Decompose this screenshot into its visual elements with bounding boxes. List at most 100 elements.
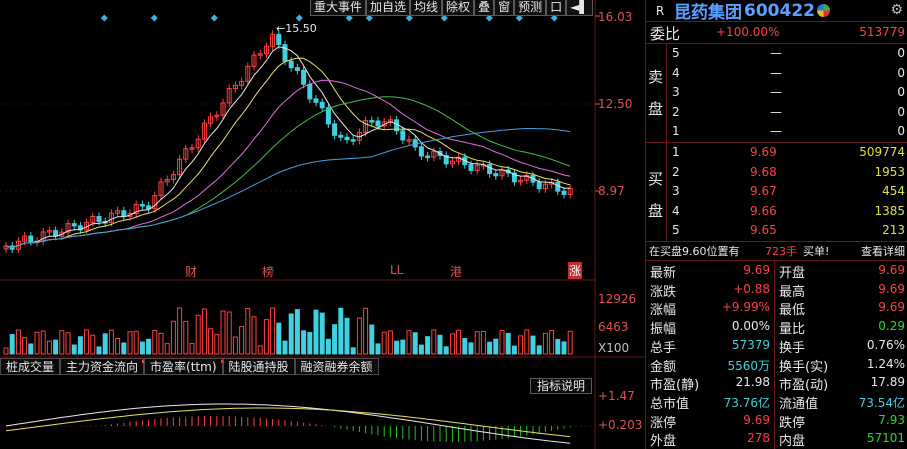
stock-name: 昆药集团 [674, 3, 742, 23]
candle [313, 98, 319, 103]
add-watchlist-button[interactable]: 加自选 [366, 0, 411, 16]
volume-bar [34, 331, 40, 355]
volume-bar [40, 330, 46, 355]
square-button[interactable]: 口 [546, 0, 567, 16]
ex-rights-button[interactable]: 除权 [442, 0, 475, 16]
candle [282, 44, 288, 62]
volume-bar [3, 347, 9, 355]
volume-bar [418, 344, 424, 355]
volume-bar [220, 310, 226, 355]
volume-bar [542, 332, 548, 355]
quote-row: 总市值 73.76亿 流通值 73.54亿 [650, 395, 905, 412]
window-button[interactable]: 窗 [494, 0, 515, 16]
volume-bar [313, 309, 319, 355]
forecast-button[interactable]: 预测 [514, 0, 547, 16]
buy-level-row[interactable]: 1 9.69 509774 [646, 143, 907, 162]
volume-bar [164, 343, 170, 355]
volume-bar [170, 320, 176, 355]
tab-pe-ttm[interactable]: 市盈率(ttm) [144, 358, 224, 375]
volume-bar [375, 343, 381, 355]
chart-toolbar: 重大事件 加自选 均线 除权 叠 窗 预测 口 ◄▌ [310, 0, 593, 16]
moving-average-button[interactable]: 均线 [410, 0, 443, 16]
volume-bar [431, 329, 437, 355]
volume-bar [437, 334, 443, 355]
volume-bar [201, 308, 207, 355]
sell-level-row[interactable]: 4—0 [646, 64, 907, 83]
quote-row: 金额 5560万 换手(实) 1.24% [650, 356, 905, 375]
volume-bar [394, 340, 400, 355]
sell-level-row[interactable]: 1—0 [646, 122, 907, 141]
volume-bar [9, 334, 15, 355]
volume-bar [232, 336, 238, 355]
tab-northbound-holdings[interactable]: 陆股通持股 [222, 358, 295, 375]
buy-level-row[interactable]: 4 9.66 1385 [646, 202, 907, 221]
tab-main-fund-flow[interactable]: 主力资金流向 [60, 358, 146, 375]
volume-bar [257, 345, 263, 355]
event-limit-up-marker[interactable]: 涨 [568, 262, 583, 279]
candle [121, 210, 127, 217]
volume-bar [518, 335, 524, 355]
event-earnings-marker[interactable]: 财 [185, 263, 197, 280]
candle [28, 235, 34, 242]
volume-bar [561, 341, 567, 355]
sell-level-row[interactable]: 2—0 [646, 103, 907, 122]
price-axis-mid: 12.50 [598, 97, 633, 111]
volume-bar [536, 345, 542, 355]
volume-bar [493, 338, 499, 355]
tab-margin-balance[interactable]: 融资融券余额 [294, 358, 379, 375]
event-diamond-icon [210, 14, 218, 22]
peak-price-label: ←15.50 [276, 22, 317, 35]
event-list-marker[interactable]: 榜 [262, 263, 274, 280]
pie-chart-icon[interactable] [816, 4, 830, 17]
candle [139, 204, 145, 207]
volume-bar [77, 336, 83, 355]
order-notice-row[interactable]: 在买盘9.60位置有 723手 买单! 查看详细 [646, 241, 907, 260]
buy-level-row[interactable]: 3 9.67 454 [646, 182, 907, 201]
weibi-diff: 513779 [859, 25, 905, 39]
view-detail-link[interactable]: 查看详细 [861, 243, 905, 259]
volume-bar [288, 313, 294, 355]
indicator-axis-mid: +0.203 [598, 418, 643, 432]
buy-label-1: 买 [648, 170, 664, 188]
volume-bar [214, 334, 220, 355]
volume-bar [226, 311, 232, 355]
buy-level-row[interactable]: 5 9.65 213 [646, 221, 907, 240]
volume-bar [294, 309, 300, 355]
kline-chart-area[interactable]: 重大事件 加自选 均线 除权 叠 窗 预测 口 ◄▌ 16.03 12.50 8… [0, 0, 645, 449]
gear-icon[interactable]: ⚙ [890, 2, 903, 18]
overlay-button[interactable]: 叠 [474, 0, 495, 16]
volume-bar [102, 333, 108, 355]
tab-volume[interactable]: 桩成交量 [0, 358, 61, 375]
major-events-button[interactable]: 重大事件 [310, 0, 367, 16]
volume-bar [208, 328, 214, 355]
volume-bar [301, 330, 307, 355]
volume-bar [468, 342, 474, 355]
indicator-tabs: 桩成交量 主力资金流向 市盈率(ttm) 陆股通持股 融资融券余额 [0, 358, 379, 375]
event-hk-marker[interactable]: 港 [450, 263, 462, 280]
indicator-description-button[interactable]: 指标说明 [530, 378, 593, 394]
nav-arrow-icon[interactable]: ◄▌ [566, 0, 593, 16]
volume-bar [480, 330, 486, 355]
event-ll-marker[interactable]: LL [390, 263, 403, 277]
candle [468, 164, 474, 171]
buy-label-2: 盘 [648, 202, 664, 220]
volume-bar [567, 330, 573, 355]
volume-bar [133, 330, 139, 355]
sell-label-1: 卖 [648, 68, 664, 86]
volume-bar [443, 346, 449, 355]
candle [319, 101, 325, 109]
quote-panel: R 昆药集团 600422 ⚙ 委比 +100.00% 513779 5—0 4—… [645, 0, 907, 449]
sell-level-row[interactable]: 3—0 [646, 83, 907, 102]
sell-level-row[interactable]: 5—0 [646, 44, 907, 63]
volume-bar [549, 329, 555, 355]
candle [418, 146, 424, 157]
volume-bar [46, 340, 52, 355]
event-diamond-icon [295, 14, 303, 22]
volume-axis-high: 12926 [598, 292, 637, 306]
volume-bar [462, 338, 468, 355]
stock-code: 600422 [744, 0, 815, 21]
volume-bar [487, 341, 493, 355]
buy-level-row[interactable]: 2 9.68 1953 [646, 163, 907, 182]
volume-bar [381, 331, 387, 355]
candle [350, 139, 356, 142]
